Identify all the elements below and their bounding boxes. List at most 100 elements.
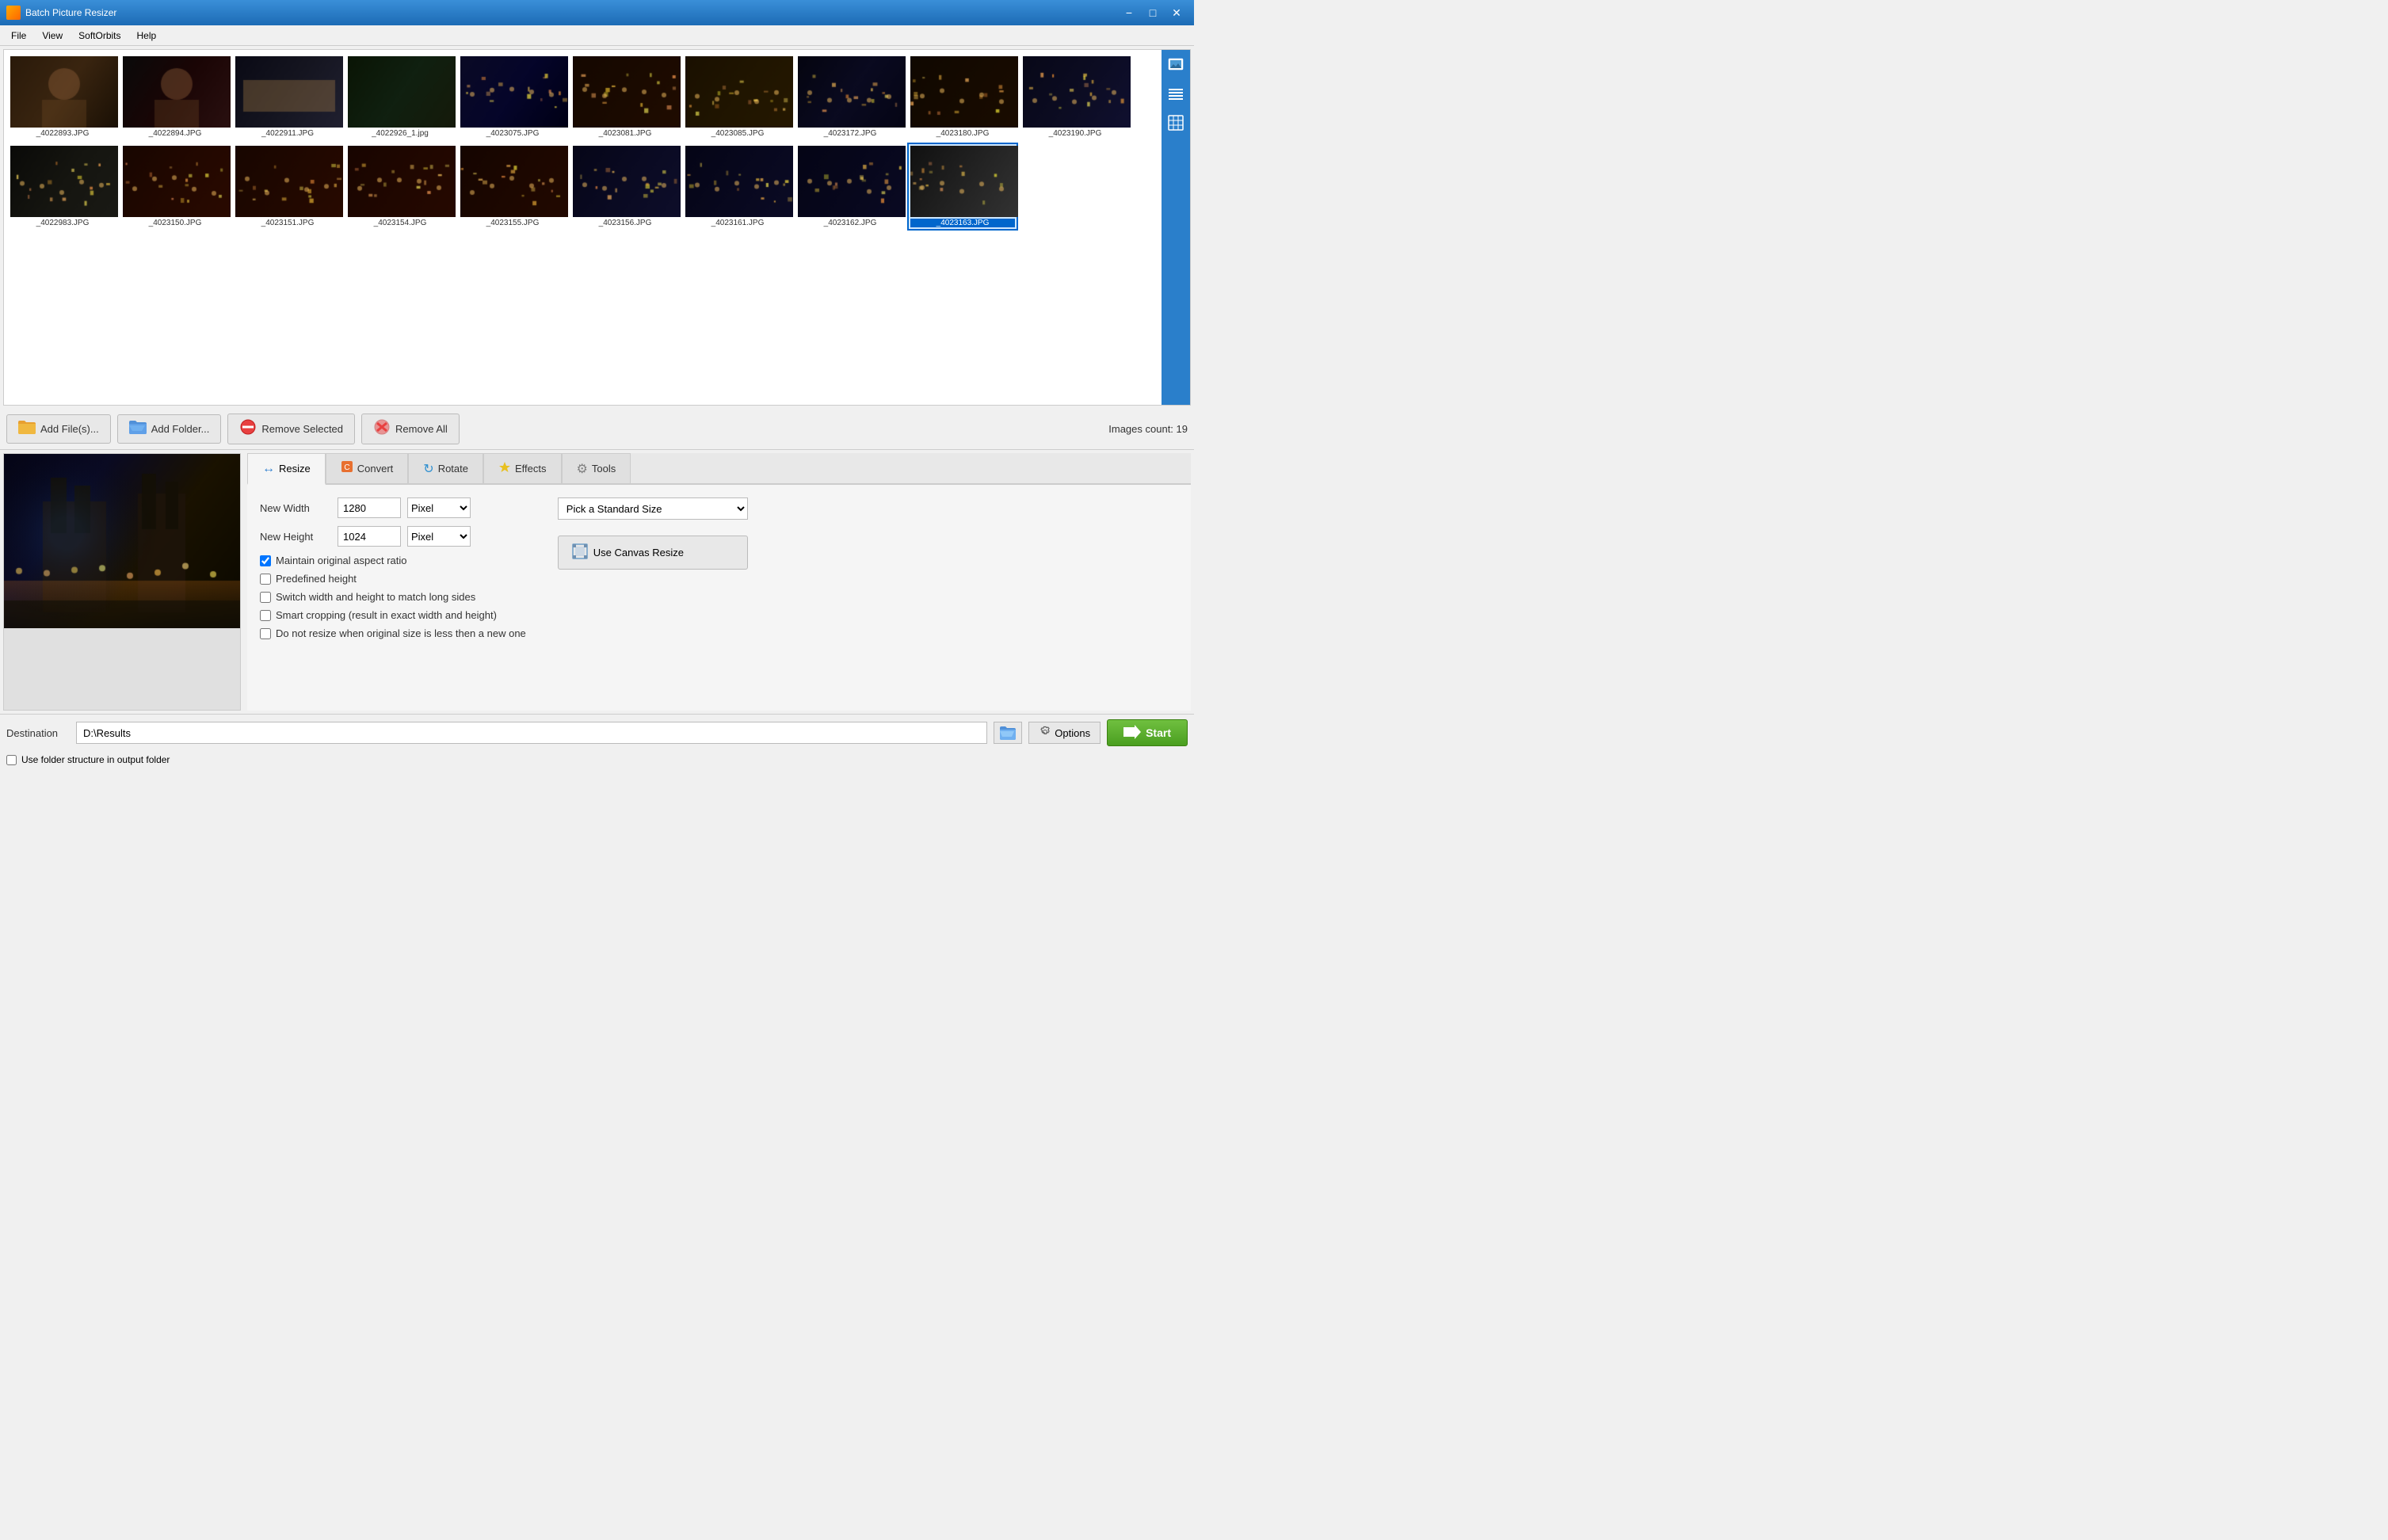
tab-convert[interactable]: C Convert [326, 453, 409, 483]
folder-structure-row: Use folder structure in output folder [6, 754, 170, 765]
menu-file[interactable]: File [3, 28, 34, 44]
tab-resize[interactable]: ↔ Resize [247, 453, 326, 485]
footer-row: Use folder structure in output folder [0, 751, 1194, 770]
thumbnail-canvas [460, 56, 568, 128]
thumbnail-item[interactable]: _4023075.JPG [457, 53, 568, 141]
thumbnail-item[interactable]: _4023150.JPG [120, 143, 231, 231]
thumbnail-item[interactable]: _4023151.JPG [232, 143, 343, 231]
thumbnail-label: _4022983.JPG [10, 219, 115, 227]
sidebar-list-icon[interactable] [1163, 82, 1188, 107]
tab-effects[interactable]: Effects [483, 453, 562, 483]
width-unit-select[interactable]: Pixel Percent Inch Cm [407, 497, 471, 518]
thumbnail-item[interactable]: _4023161.JPG [682, 143, 793, 231]
smart-crop-row: Smart cropping (result in exact width an… [260, 609, 526, 621]
thumbnail-label: _4023156.JPG [573, 219, 677, 227]
thumbnail-item[interactable]: _4022911.JPG [232, 53, 343, 141]
standard-size-select[interactable]: Pick a Standard Size 640 × 480 800 × 600… [558, 497, 748, 520]
options-label: Options [1055, 727, 1090, 739]
start-label: Start [1146, 726, 1171, 739]
thumbnail-canvas [910, 56, 1018, 128]
remove-selected-svg [239, 419, 257, 435]
thumbnail-canvas [348, 56, 456, 128]
convert-icon: C [341, 460, 353, 473]
destination-browse-button[interactable] [994, 722, 1022, 744]
height-input[interactable] [338, 526, 401, 547]
no-resize-label: Do not resize when original size is less… [276, 627, 526, 639]
maintain-aspect-row: Maintain original aspect ratio [260, 555, 526, 566]
thumbnail-label: _4022926_1.jpg [348, 129, 452, 138]
effects-tab-label: Effects [515, 463, 547, 475]
thumbnail-label: _4022893.JPG [10, 129, 115, 138]
remove-selected-icon [239, 419, 257, 439]
app-icon [6, 6, 21, 20]
sidebar-view-icon[interactable] [1163, 53, 1188, 78]
thumbnail-item[interactable]: _4023172.JPG [795, 53, 906, 141]
start-arrow-icon [1123, 725, 1141, 739]
tab-rotate[interactable]: ↻ Rotate [408, 453, 483, 483]
close-button[interactable]: ✕ [1165, 2, 1188, 24]
thumbnail-label: _4023161.JPG [685, 219, 790, 227]
start-button[interactable]: Start [1107, 719, 1188, 746]
destination-input[interactable] [76, 722, 987, 744]
menu-help[interactable]: Help [129, 28, 165, 44]
thumbnail-canvas [798, 146, 906, 217]
width-label: New Width [260, 502, 331, 514]
sidebar-icons [1162, 50, 1190, 405]
thumbnail-item[interactable]: _4023156.JPG [570, 143, 681, 231]
switch-sides-checkbox[interactable] [260, 592, 271, 603]
thumbnail-canvas [910, 146, 1018, 217]
thumbnail-canvas [10, 146, 118, 217]
gear-icon [1039, 726, 1051, 738]
image-grid[interactable]: _4022893.JPG_4022894.JPG_4022911.JPG_402… [4, 50, 1162, 405]
tools-tab-icon: ⚙ [577, 461, 588, 477]
canvas-resize-button[interactable]: Use Canvas Resize [558, 536, 748, 570]
thumbnail-item[interactable]: _4023180.JPG [907, 53, 1018, 141]
switch-sides-row: Switch width and height to match long si… [260, 591, 526, 603]
options-gear-icon [1039, 726, 1051, 741]
thumbnail-item[interactable]: _4022983.JPG [7, 143, 118, 231]
thumbnail-item[interactable]: _4023155.JPG [457, 143, 568, 231]
remove-selected-button[interactable]: Remove Selected [227, 414, 355, 444]
thumbnail-canvas [1023, 56, 1131, 128]
thumbnail-item[interactable]: _4023163.JPG [907, 143, 1018, 231]
smart-crop-checkbox[interactable] [260, 610, 271, 621]
convert-tab-label: Convert [357, 463, 394, 475]
thumbnail-item[interactable]: _4023190.JPG [1020, 53, 1131, 141]
thumbnail-item[interactable]: _4023154.JPG [345, 143, 456, 231]
predefined-height-checkbox[interactable] [260, 574, 271, 585]
thumbnail-item[interactable]: _4023085.JPG [682, 53, 793, 141]
no-resize-checkbox[interactable] [260, 628, 271, 639]
sidebar-table-icon[interactable] [1163, 110, 1188, 135]
destination-label: Destination [6, 727, 70, 739]
thumbnail-item[interactable]: _4022893.JPG [7, 53, 118, 141]
thumbnail-item[interactable]: _4023162.JPG [795, 143, 906, 231]
thumbnail-canvas [123, 146, 231, 217]
thumbnail-item[interactable]: _4022926_1.jpg [345, 53, 456, 141]
remove-all-button[interactable]: Remove All [361, 414, 460, 444]
menu-view[interactable]: View [34, 28, 71, 44]
tab-tools[interactable]: ⚙ Tools [562, 453, 631, 483]
titlebar-controls: − □ ✕ [1118, 2, 1188, 24]
thumbnail-label: _4023155.JPG [460, 219, 565, 227]
add-files-button[interactable]: Add File(s)... [6, 414, 111, 444]
resize-tab-icon: ↔ [262, 462, 275, 476]
image-view-icon [1168, 58, 1184, 74]
remove-all-svg [373, 419, 391, 435]
resize-settings: New Width Pixel Percent Inch Cm New Heig… [247, 485, 1191, 711]
toolbar: Add File(s)... Add Folder... Remove Sele… [0, 409, 1194, 450]
thumbnail-canvas [685, 56, 793, 128]
menubar: File View SoftOrbits Help [0, 25, 1194, 46]
thumbnail-item[interactable]: _4023081.JPG [570, 53, 681, 141]
maintain-aspect-checkbox[interactable] [260, 555, 271, 566]
width-input[interactable] [338, 497, 401, 518]
folder-structure-checkbox[interactable] [6, 755, 17, 765]
maximize-button[interactable]: □ [1142, 2, 1164, 24]
add-folder-button[interactable]: Add Folder... [117, 414, 222, 444]
add-files-label: Add File(s)... [40, 423, 99, 435]
menu-softorbits[interactable]: SoftOrbits [71, 28, 128, 44]
preview-canvas [4, 454, 240, 628]
options-button[interactable]: Options [1028, 722, 1101, 744]
minimize-button[interactable]: − [1118, 2, 1140, 24]
thumbnail-item[interactable]: _4022894.JPG [120, 53, 231, 141]
height-unit-select[interactable]: Pixel Percent Inch Cm [407, 526, 471, 547]
